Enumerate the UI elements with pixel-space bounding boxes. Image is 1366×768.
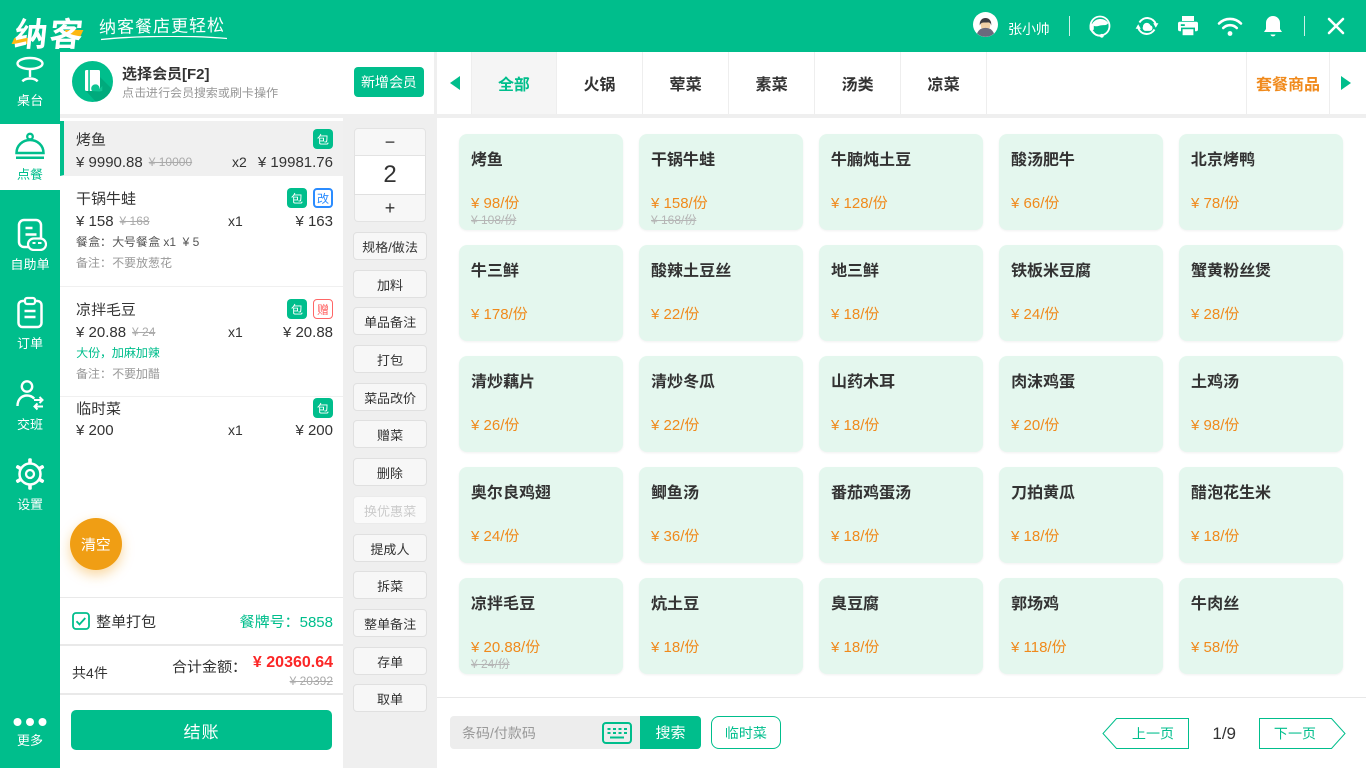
svg-text:下一页: 下一页 — [1274, 726, 1316, 742]
svg-text:上一页: 上一页 — [1132, 726, 1174, 742]
